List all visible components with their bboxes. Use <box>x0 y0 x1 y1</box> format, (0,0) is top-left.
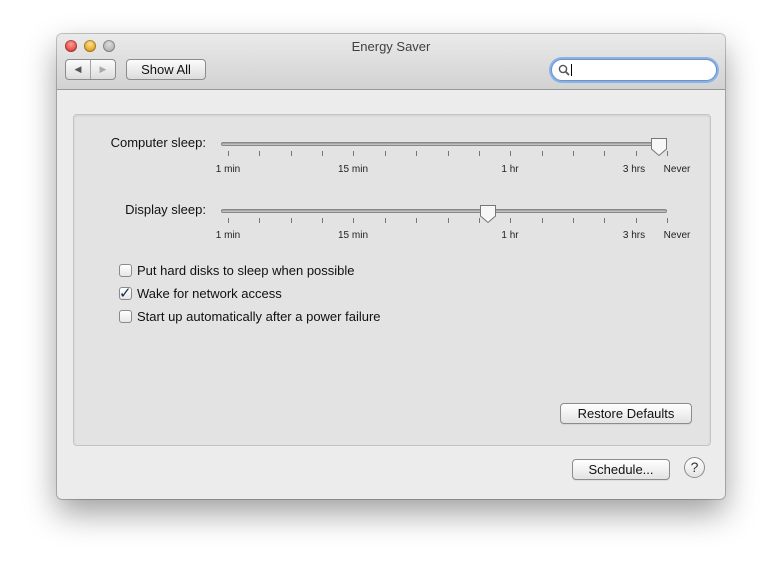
slider-tick-label: 3 hrs <box>622 230 646 241</box>
slider-tick <box>573 218 574 223</box>
option-label: Start up automatically after a power fai… <box>137 309 381 324</box>
slider-tick <box>291 218 292 223</box>
option-hard-disks-sleep[interactable]: Put hard disks to sleep when possible <box>119 263 355 278</box>
slider-tick <box>448 218 449 223</box>
slider-tick <box>322 151 323 156</box>
slider-tick <box>416 151 417 156</box>
text-cursor <box>571 64 572 76</box>
option-label: Wake for network access <box>137 286 282 301</box>
slider-tick <box>542 151 543 156</box>
window-title: Energy Saver <box>351 39 431 54</box>
help-button[interactable]: ? <box>684 457 705 478</box>
back-arrow-icon: ◀ <box>74 64 82 74</box>
checkmark-icon: ✓ <box>119 285 132 302</box>
display-sleep-slider-thumb[interactable] <box>479 204 497 224</box>
checkbox[interactable]: ✓ <box>119 285 132 302</box>
show-all-button[interactable]: Show All <box>126 59 206 80</box>
restore-defaults-button[interactable]: Restore Defaults <box>560 403 692 424</box>
help-icon: ? <box>690 459 699 475</box>
slider-tick <box>228 218 229 223</box>
slider-tick-label: 3 hrs <box>622 164 646 175</box>
computer-sleep-slider-thumb[interactable] <box>650 137 668 157</box>
slider-tick-label: Never <box>663 164 691 175</box>
slider-tick <box>667 151 668 156</box>
back-button[interactable]: ◀ <box>66 60 91 79</box>
slider-tick <box>636 151 637 156</box>
slider-tick <box>353 218 354 223</box>
energy-saver-window: Energy Saver ◀ ▶ Show All Computer sleep… <box>57 34 725 499</box>
slider-tick-label: 1 hr <box>501 164 519 175</box>
slider-tick-label: Never <box>663 230 691 241</box>
slider-tick-label: 15 min <box>337 230 369 241</box>
settings-group-box: Computer sleep: Display sleep: Put hard … <box>73 114 711 446</box>
forward-button[interactable]: ▶ <box>91 60 115 79</box>
slider-tick-label: 1 min <box>215 230 241 241</box>
slider-tick-label: 1 min <box>215 164 241 175</box>
option-label: Put hard disks to sleep when possible <box>137 263 355 278</box>
titlebar: Energy Saver ◀ ▶ Show All <box>57 34 725 90</box>
slider-tick <box>353 151 354 156</box>
slider-tick <box>259 151 260 156</box>
slider-tick <box>291 151 292 156</box>
slider-tick <box>228 151 229 156</box>
slider-tick <box>667 218 668 223</box>
slider-tick <box>416 218 417 223</box>
option-wake-network[interactable]: ✓ Wake for network access <box>119 285 282 302</box>
slider-tick <box>385 218 386 223</box>
slider-tick <box>542 218 543 223</box>
slider-tick <box>510 151 511 156</box>
slider-tick-label: 15 min <box>337 164 369 175</box>
search-icon <box>558 64 570 76</box>
schedule-button[interactable]: Schedule... <box>572 459 670 480</box>
nav-buttons: ◀ ▶ <box>65 59 116 80</box>
slider-tick <box>636 218 637 223</box>
slider-tick <box>479 218 480 223</box>
option-auto-startup[interactable]: Start up automatically after a power fai… <box>119 309 381 324</box>
slider-tick-label: 1 hr <box>501 230 519 241</box>
slider-tick <box>322 218 323 223</box>
computer-sleep-label: Computer sleep: <box>110 135 206 150</box>
slider-tick <box>604 218 605 223</box>
slider-tick <box>573 151 574 156</box>
slider-tick <box>259 218 260 223</box>
slider-tick <box>604 151 605 156</box>
computer-sleep-slider-track[interactable] <box>221 142 667 146</box>
display-sleep-label: Display sleep: <box>125 202 206 217</box>
forward-arrow-icon: ▶ <box>99 64 107 74</box>
slider-tick <box>510 218 511 223</box>
display-sleep-slider-track[interactable] <box>221 209 667 213</box>
slider-tick <box>479 151 480 156</box>
slider-tick <box>385 151 386 156</box>
checkbox[interactable] <box>119 310 132 323</box>
search-field[interactable] <box>551 59 717 81</box>
checkbox[interactable] <box>119 264 132 277</box>
slider-tick <box>448 151 449 156</box>
